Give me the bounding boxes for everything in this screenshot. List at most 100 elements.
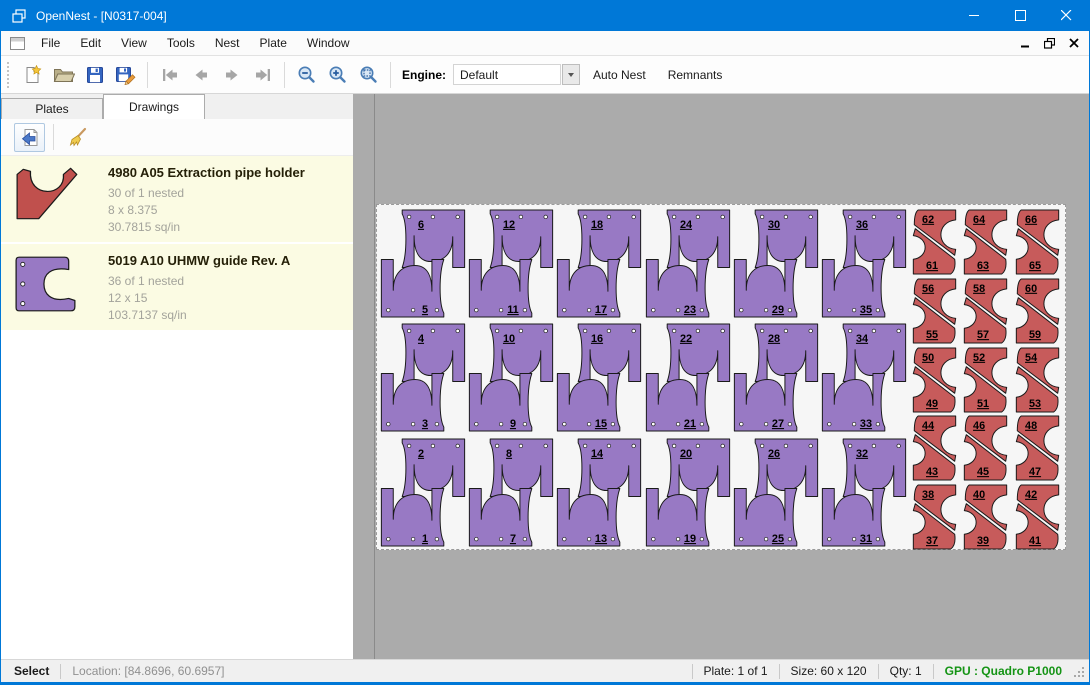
nested-part-pair-64-63[interactable]: 6463 <box>960 208 1011 281</box>
drawing-nested-count: 36 of 1 nested <box>108 273 343 290</box>
nested-part-pair-30-29[interactable]: 3029 <box>732 207 820 325</box>
drawing-size: 12 x 15 <box>108 290 343 307</box>
menu-file[interactable]: File <box>31 31 70 55</box>
menu-nest[interactable]: Nest <box>205 31 250 55</box>
nested-part-pair-40-39[interactable]: 4039 <box>960 483 1011 556</box>
previous-plate-icon[interactable] <box>185 60 216 89</box>
drawing-size: 8 x 8.375 <box>108 202 343 219</box>
panel-gutter <box>353 94 375 659</box>
nested-part-pair-52-51[interactable]: 5251 <box>960 346 1011 419</box>
maximize-button[interactable] <box>997 0 1043 31</box>
nested-part-pair-48-47[interactable]: 4847 <box>1012 414 1063 487</box>
nested-part-pair-42-41[interactable]: 4241 <box>1012 483 1063 556</box>
nested-part-pair-60-59[interactable]: 6059 <box>1012 277 1063 350</box>
nested-part-pair-62-61[interactable]: 6261 <box>909 208 960 281</box>
plate[interactable]: 6512111817242330293635431091615222128273… <box>376 204 1066 550</box>
last-plate-icon[interactable] <box>247 60 278 89</box>
menu-plate[interactable]: Plate <box>250 31 297 55</box>
nested-part-pair-20-19[interactable]: 2019 <box>644 436 732 554</box>
svg-text:17: 17 <box>595 304 607 316</box>
mdi-child-icon[interactable] <box>10 37 25 50</box>
nested-part-pair-38-37[interactable]: 3837 <box>909 483 960 556</box>
nested-part-pair-28-27[interactable]: 2827 <box>732 321 820 439</box>
first-plate-icon[interactable] <box>154 60 185 89</box>
next-plate-icon[interactable] <box>216 60 247 89</box>
new-icon[interactable] <box>17 60 48 89</box>
nested-part-pair-36-35[interactable]: 3635 <box>820 207 908 325</box>
nested-part-pair-16-15[interactable]: 1615 <box>555 321 643 439</box>
zoom-out-icon[interactable] <box>291 60 322 89</box>
svg-text:59: 59 <box>1029 329 1041 341</box>
nested-part-pair-22-21[interactable]: 2221 <box>644 321 732 439</box>
save-icon[interactable] <box>79 60 110 89</box>
nested-part-pair-12-11[interactable]: 1211 <box>467 207 555 325</box>
nested-part-pair-24-23[interactable]: 2423 <box>644 207 732 325</box>
nested-part-pair-54-53[interactable]: 54 53 <box>1012 346 1063 419</box>
resize-grip[interactable] <box>1073 666 1087 682</box>
save-as-icon[interactable] <box>110 60 141 89</box>
svg-text:53: 53 <box>1029 398 1041 410</box>
close-button[interactable] <box>1043 0 1089 31</box>
status-location: Location: [84.8696, 60.6957] <box>61 664 235 678</box>
remnants-button[interactable]: Remnants <box>659 63 732 87</box>
auto-nest-button[interactable]: Auto Nest <box>584 63 655 87</box>
svg-text:21: 21 <box>684 418 696 430</box>
mdi-minimize-button[interactable] <box>1021 39 1030 48</box>
svg-text:55: 55 <box>926 329 938 341</box>
svg-text:54: 54 <box>1025 351 1037 363</box>
zoom-extents-icon[interactable] <box>353 60 384 89</box>
nested-part-pair-44-43[interactable]: 4443 <box>909 414 960 487</box>
engine-select[interactable]: Default <box>453 64 561 85</box>
svg-text:64: 64 <box>973 214 985 226</box>
mdi-close-button[interactable] <box>1069 38 1079 48</box>
nested-part-pair-14-13[interactable]: 1413 <box>555 436 643 554</box>
clean-icon[interactable] <box>62 123 93 152</box>
status-bar: Select Location: [84.8696, 60.6957] Plat… <box>1 659 1089 682</box>
import-drawing-icon[interactable] <box>14 123 45 152</box>
drawings-toolbar <box>1 119 353 156</box>
svg-text:5: 5 <box>422 304 428 316</box>
mdi-restore-button[interactable] <box>1044 38 1055 49</box>
svg-text:45: 45 <box>977 466 989 478</box>
menu-window[interactable]: Window <box>297 31 360 55</box>
drawing-nested-count: 30 of 1 nested <box>108 185 343 202</box>
menu-view[interactable]: View <box>111 31 157 55</box>
svg-text:25: 25 <box>772 533 784 545</box>
minimize-button[interactable] <box>951 0 997 31</box>
nested-part-pair-10-9[interactable]: 109 <box>467 321 555 439</box>
menu-edit[interactable]: Edit <box>70 31 111 55</box>
svg-text:32: 32 <box>856 447 868 459</box>
tab-plates[interactable]: Plates <box>1 98 103 119</box>
nested-part-pair-46-45[interactable]: 4645 <box>960 414 1011 487</box>
drawing-list: 4980 A05 Extraction pipe holder 30 of 1 … <box>1 156 353 659</box>
nested-part-pair-8-7[interactable]: 87 <box>467 436 555 554</box>
zoom-in-icon[interactable] <box>322 60 353 89</box>
nested-part-pair-34-33[interactable]: 3433 <box>820 321 908 439</box>
status-plate: Plate: 1 of 1 <box>693 664 779 678</box>
drawing-list-item[interactable]: 5019 A10 UHMW guide Rev. A 36 of 1 neste… <box>1 244 353 330</box>
nested-part-pair-2-1[interactable]: 21 <box>379 436 467 554</box>
drawing-thumbnail-purple <box>13 251 108 324</box>
nested-part-pair-18-17[interactable]: 1817 <box>555 207 643 325</box>
engine-dropdown-button[interactable] <box>562 64 580 85</box>
svg-text:35: 35 <box>860 304 872 316</box>
nested-part-pair-56-55[interactable]: 5655 <box>909 277 960 350</box>
drawing-list-item[interactable]: 4980 A05 Extraction pipe holder 30 of 1 … <box>1 156 353 242</box>
svg-text:19: 19 <box>684 533 696 545</box>
tab-drawings[interactable]: Drawings <box>103 94 205 119</box>
toolbar-grip[interactable] <box>7 62 12 88</box>
drawing-area: 30.7815 sq/in <box>108 219 343 236</box>
nested-part-pair-32-31[interactable]: 3231 <box>820 436 908 554</box>
nested-part-pair-26-25[interactable]: 2625 <box>732 436 820 554</box>
svg-text:57: 57 <box>977 329 989 341</box>
nested-part-pair-66-65[interactable]: 6665 <box>1012 208 1063 281</box>
menu-tools[interactable]: Tools <box>157 31 205 55</box>
nest-canvas[interactable]: 6512111817242330293635431091615222128273… <box>375 94 1089 659</box>
nested-part-pair-58-57[interactable]: 5857 <box>960 277 1011 350</box>
engine-label: Engine: <box>402 68 446 82</box>
nested-part-pair-4-3[interactable]: 43 <box>379 321 467 439</box>
open-icon[interactable] <box>48 60 79 89</box>
nested-part-pair-50-49[interactable]: 5049 <box>909 346 960 419</box>
nested-part-pair-6-5[interactable]: 65 <box>379 207 467 325</box>
main-toolbar: Engine: Default Auto Nest Remnants <box>1 56 1089 94</box>
